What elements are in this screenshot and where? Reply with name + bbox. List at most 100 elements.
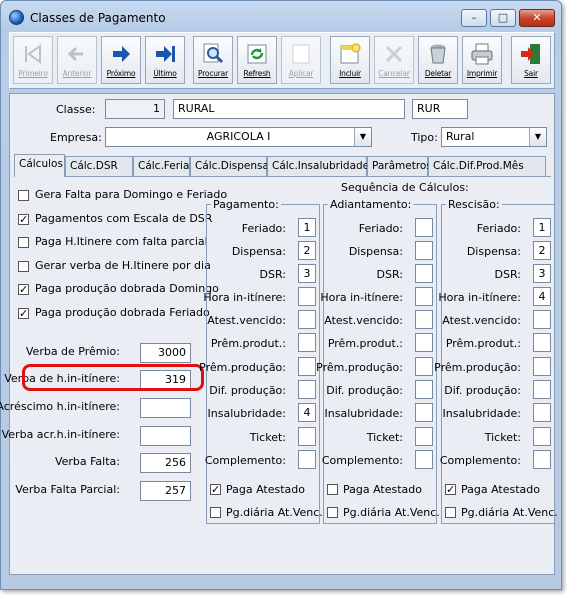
option-checkbox[interactable] <box>18 190 29 201</box>
sequence-value[interactable]: 4 <box>533 287 551 306</box>
chevron-down-icon[interactable]: ▼ <box>354 128 371 146</box>
deletar-button[interactable]: Deletar <box>418 36 458 84</box>
pg-diaria-checkbox[interactable] <box>210 507 221 518</box>
sequence-value[interactable]: 4 <box>298 403 316 422</box>
sequence-value[interactable] <box>298 357 316 376</box>
verba-field[interactable]: 3000 <box>140 343 191 363</box>
pg-diaria-label: Pg.diária At.Venc. <box>226 506 323 519</box>
sequence-value[interactable] <box>298 310 316 329</box>
verba-field[interactable] <box>140 426 191 446</box>
tab-clcferiado[interactable]: Cálc.Feriado <box>133 156 202 176</box>
verba-field[interactable]: 257 <box>140 481 191 501</box>
pg-diaria-checkbox[interactable] <box>445 507 456 518</box>
paga-atestado-label: Paga Atestado <box>226 483 306 496</box>
sequence-value[interactable]: 2 <box>298 241 316 260</box>
cancelar-button[interactable]: Cancelar <box>374 36 414 84</box>
sequence-value[interactable]: 3 <box>533 264 551 283</box>
minimize-button[interactable]: – <box>461 9 487 27</box>
sequence-value[interactable] <box>533 310 551 329</box>
sequence-value[interactable] <box>298 380 316 399</box>
sequence-value[interactable] <box>298 427 316 446</box>
sequence-value[interactable] <box>415 403 433 422</box>
anterior-button[interactable]: Anterior <box>57 36 97 84</box>
procurar-button[interactable]: Procurar <box>193 36 233 84</box>
classe-name-field[interactable]: RURAL <box>173 99 405 119</box>
sequence-value[interactable]: 3 <box>298 264 316 283</box>
sequence-value[interactable] <box>415 357 433 376</box>
sequence-value[interactable] <box>533 380 551 399</box>
verba-label: Verba acr.h.in-itínere: <box>1 428 120 441</box>
row-label: Prêm.produção: <box>316 361 403 374</box>
option-label: Paga produção dobrada Domingo <box>35 282 219 295</box>
sequence-value[interactable] <box>415 380 433 399</box>
tab-parmetros[interactable]: Parâmetros <box>367 156 432 176</box>
row-label: Dif. produção: <box>326 384 403 397</box>
prximo-button[interactable]: Próximo <box>101 36 141 84</box>
row-label: Feriado: <box>241 222 286 235</box>
sequence-value[interactable] <box>415 287 433 306</box>
option-checkbox[interactable]: ✓ <box>18 284 29 295</box>
sequence-value[interactable] <box>533 450 551 469</box>
empresa-select[interactable]: AGRICOLA I ▼ <box>105 127 372 147</box>
sequence-value[interactable] <box>415 333 433 352</box>
row-label: Prêm.produt.: <box>210 337 286 350</box>
tab-clculos[interactable]: Cálculos <box>14 154 65 177</box>
sequence-value[interactable] <box>415 450 433 469</box>
primeiro-button[interactable]: Primeiro <box>13 36 53 84</box>
chevron-down-icon[interactable]: ▼ <box>529 128 546 146</box>
paga-atestado-checkbox[interactable]: ✓ <box>210 484 221 495</box>
option-label: Paga produção dobrada Feriado <box>35 305 210 319</box>
row-label: Hora in-itínere: <box>438 291 521 304</box>
classe-abbr-field[interactable]: RUR <box>412 99 468 119</box>
maximize-button[interactable]: □ <box>490 9 516 27</box>
sequence-value[interactable]: 2 <box>533 241 551 260</box>
tab-clcinsalubridade[interactable]: Cálc.Insalubridade <box>267 156 369 176</box>
imprimir-button[interactable]: Imprimir <box>462 36 502 84</box>
sequence-value[interactable] <box>415 218 433 237</box>
row-label: DSR: <box>376 268 403 281</box>
sequence-value[interactable] <box>298 333 316 352</box>
sequence-value[interactable] <box>298 450 316 469</box>
tab-clcdispensa[interactable]: Cálc.Dispensa <box>190 156 269 176</box>
option-checkbox[interactable] <box>18 260 29 272</box>
sequence-value[interactable] <box>415 427 433 446</box>
classe-code-field[interactable]: 1 <box>105 99 165 119</box>
sequence-value[interactable]: 1 <box>298 218 316 237</box>
row-label: Atest.vencido: <box>442 314 521 327</box>
last-icon <box>153 42 177 66</box>
row-label: Atest.vencido: <box>324 314 403 327</box>
close-button[interactable]: ✕ <box>519 9 555 27</box>
sequence-value[interactable]: 1 <box>533 218 551 237</box>
sequence-value[interactable] <box>415 310 433 329</box>
tipo-select[interactable]: Rural ▼ <box>441 127 547 147</box>
paga-atestado-checkbox[interactable]: ✓ <box>445 484 456 495</box>
sequence-value[interactable] <box>533 403 551 422</box>
toolbar-label: Cancelar <box>378 69 410 78</box>
sequence-value[interactable] <box>533 357 551 376</box>
verba-label: Acréscimo h.in-itínere: <box>0 400 120 413</box>
sequence-value[interactable] <box>415 241 433 260</box>
pg-diaria-checkbox[interactable] <box>327 507 338 518</box>
sequence-value[interactable] <box>533 333 551 352</box>
option-checkbox[interactable] <box>18 237 29 248</box>
empresa-value: AGRICOLA I <box>206 130 271 143</box>
incluir-button[interactable]: Incluir <box>330 36 370 84</box>
tab-clcdsr[interactable]: Cálc.DSR <box>65 156 133 176</box>
ltimo-button[interactable]: Último <box>145 36 185 84</box>
option-checkbox[interactable]: ✓ <box>18 307 29 319</box>
sair-button[interactable]: Sair <box>511 36 551 84</box>
toolbar-label: Procurar <box>198 69 228 78</box>
sequence-value[interactable] <box>533 427 551 446</box>
sequence-value[interactable] <box>415 264 433 283</box>
verba-field[interactable] <box>140 398 191 418</box>
row-label: Dispensa: <box>348 245 403 258</box>
aplicar-button[interactable]: Aplicar <box>281 36 321 84</box>
tab-clcdifprodms[interactable]: Cálc.Dif.Prod.Mês <box>428 156 546 176</box>
row-label: Insalubridade: <box>324 407 403 420</box>
refresh-button[interactable]: Refresh <box>237 36 277 84</box>
option-checkbox[interactable]: ✓ <box>18 213 29 225</box>
paga-atestado-checkbox[interactable] <box>327 484 338 495</box>
title-bar[interactable]: Classes de Pagamento – □ ✕ <box>1 1 561 31</box>
sequence-value[interactable] <box>298 287 316 306</box>
verba-field[interactable]: 256 <box>140 453 191 473</box>
